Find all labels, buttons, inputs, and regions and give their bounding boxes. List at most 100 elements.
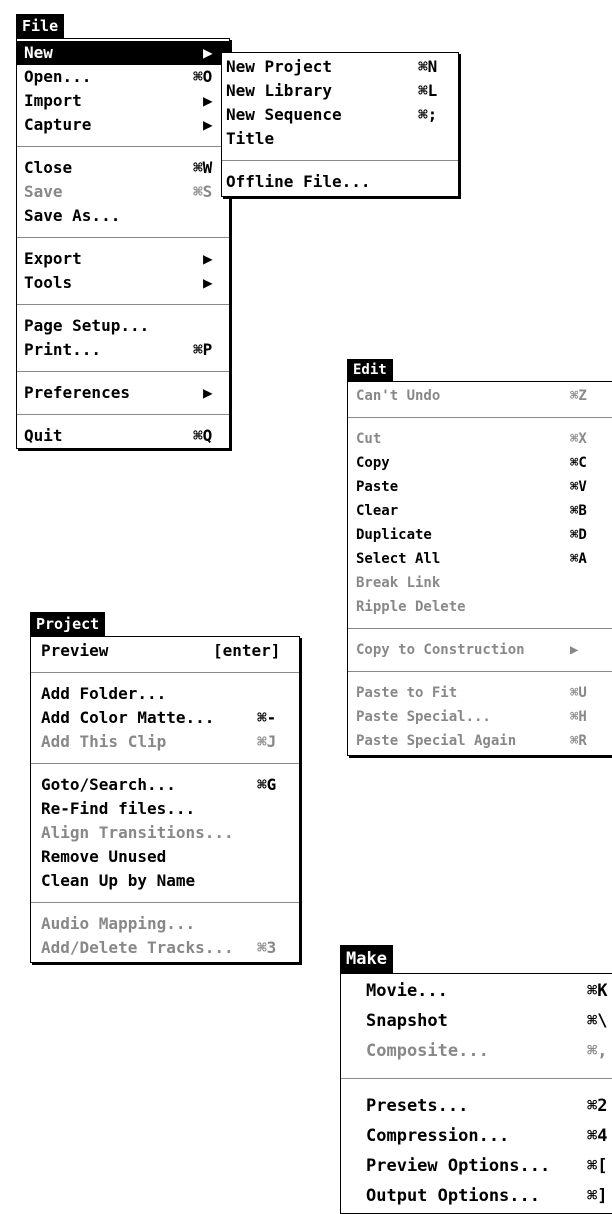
menu-item-select-all[interactable]: Select All ⌘A [348, 547, 612, 571]
menu-item-save[interactable]: Save ⌘S [17, 180, 229, 204]
edit-menu-title[interactable]: Edit [347, 359, 393, 381]
menu-item-preview-options[interactable]: Preview Options... ⌘[ [341, 1151, 612, 1181]
menu-item-shortcut: ⌘K [587, 981, 608, 1001]
menu-item-label: Movie... [366, 981, 448, 1001]
menu-item-new-library[interactable]: New Library ⌘L [222, 79, 458, 103]
menu-item-paste-special[interactable]: Paste Special... ⌘H [348, 705, 612, 729]
menu-item-label: Clean Up by Name [41, 871, 196, 890]
triangle-right-icon: ▶ [203, 115, 213, 134]
menu-item-open[interactable]: Open... ⌘O [17, 65, 229, 89]
menu-item-preferences[interactable]: Preferences ▶ [17, 381, 229, 405]
menu-item-shortcut: ⌘S [193, 182, 213, 201]
menu-item-clear[interactable]: Clear ⌘B [348, 499, 612, 523]
menu-item-label: Import [24, 91, 82, 110]
triangle-right-icon: ▶ [570, 642, 579, 658]
menu-item-shortcut: ⌘Z [570, 388, 587, 404]
menu-item-new-sequence[interactable]: New Sequence ⌘; [222, 103, 458, 127]
menu-item-close[interactable]: Close ⌘W [17, 156, 229, 180]
triangle-right-icon: ▶ [203, 273, 213, 292]
menu-item-label: Paste to Fit [356, 685, 458, 701]
make-menu-title[interactable]: Make [340, 945, 393, 973]
menu-item-snapshot[interactable]: Snapshot ⌘\ [341, 1006, 612, 1036]
menu-item-remove-unused[interactable]: Remove Unused [31, 845, 299, 869]
menu-item-label: Cut [356, 431, 382, 447]
menu-item-align-transitions[interactable]: Align Transitions... [31, 821, 299, 845]
menu-item-output-options[interactable]: Output Options... ⌘] [341, 1181, 612, 1211]
menu-item-copy-to-construction[interactable]: Copy to Construction ▶ [348, 638, 612, 662]
menu-item-copy[interactable]: Copy ⌘C [348, 451, 612, 475]
menu-item-clean-up-by-name[interactable]: Clean Up by Name [31, 869, 299, 893]
project-menu: Preview [enter] Add Folder... Add Color … [30, 636, 300, 963]
menu-item-add-color-matte[interactable]: Add Color Matte... ⌘- [31, 706, 299, 730]
menu-item-shortcut: ⌘U [570, 685, 587, 701]
menu-item-label: Output Options... [366, 1186, 540, 1206]
triangle-right-icon: ▶ [203, 43, 213, 62]
menu-item-page-setup[interactable]: Page Setup... [17, 314, 229, 338]
menu-item-label: Can't Undo [356, 388, 441, 404]
menu-item-label: Copy to Construction [356, 642, 525, 658]
menu-item-shortcut: ⌘O [193, 67, 213, 86]
menu-item-re-find-files[interactable]: Re-Find files... [31, 797, 299, 821]
menu-item-goto-search[interactable]: Goto/Search... ⌘G [31, 773, 299, 797]
menu-item-label: Copy [356, 455, 390, 471]
menu-item-label: New Project [226, 57, 332, 76]
file-menu-title[interactable]: File [16, 14, 65, 38]
menu-item-capture[interactable]: Capture ▶ [17, 113, 229, 137]
menu-item-label: Duplicate [356, 527, 432, 543]
menu-item-label: Export [24, 249, 82, 268]
menu-item-shortcut: ⌘H [570, 709, 587, 725]
menu-item-ripple-delete[interactable]: Ripple Delete [348, 595, 612, 619]
new-submenu: New Project ⌘N New Library ⌘L New Sequen… [221, 52, 459, 197]
menu-item-label: Paste [356, 479, 399, 495]
menu-item-label: Add Color Matte... [41, 708, 215, 727]
menu-item-label: Add This Clip [41, 732, 167, 751]
project-menu-title[interactable]: Project [30, 612, 106, 636]
menu-item-title[interactable]: Title [222, 127, 458, 151]
menu-item-new[interactable]: New ▶ [17, 41, 229, 65]
menu-item-preview[interactable]: Preview [enter] [31, 639, 299, 663]
menu-item-export[interactable]: Export ▶ [17, 247, 229, 271]
menu-item-label: Remove Unused [41, 847, 167, 866]
file-menu: New ▶ Open... ⌘O Import ▶ Capture ▶ Clos… [16, 38, 230, 449]
menu-item-quit[interactable]: Quit ⌘Q [17, 424, 229, 448]
menu-item-label: Align Transitions... [41, 823, 234, 842]
menu-item-label: Paste Special... [356, 709, 491, 725]
menu-item-label: New Library [226, 81, 332, 100]
menu-item-cant-undo[interactable]: Can't Undo ⌘Z [348, 384, 612, 408]
menu-item-add-folder[interactable]: Add Folder... [31, 682, 299, 706]
menu-item-compression[interactable]: Compression... ⌘4 [341, 1121, 612, 1151]
menu-item-label: Presets... [366, 1096, 469, 1116]
menu-item-label: Open... [24, 67, 92, 86]
menu-item-label: Re-Find files... [41, 799, 196, 818]
menu-item-shortcut: ⌘D [570, 527, 587, 543]
menu-item-paste-special-again[interactable]: Paste Special Again ⌘R [348, 729, 612, 753]
menu-item-audio-mapping[interactable]: Audio Mapping... [31, 912, 299, 936]
menu-item-new-project[interactable]: New Project ⌘N [222, 55, 458, 79]
menu-item-break-link[interactable]: Break Link [348, 571, 612, 595]
menu-item-paste[interactable]: Paste ⌘V [348, 475, 612, 499]
menu-item-add-delete-tracks[interactable]: Add/Delete Tracks... ⌘3 [31, 936, 299, 960]
menu-item-paste-to-fit[interactable]: Paste to Fit ⌘U [348, 681, 612, 705]
menu-item-movie[interactable]: Movie... ⌘K [341, 976, 612, 1006]
menu-item-import[interactable]: Import ▶ [17, 89, 229, 113]
menu-item-label: Title [226, 129, 275, 148]
menu-item-shortcut: ⌘\ [587, 1011, 608, 1031]
menu-item-save-as[interactable]: Save As... [17, 204, 229, 228]
menu-item-shortcut: ⌘N [418, 57, 438, 76]
menu-item-label: Composite... [366, 1041, 489, 1061]
menu-item-shortcut: ⌘P [193, 340, 213, 359]
menu-item-shortcut: ⌘3 [257, 938, 277, 957]
menu-item-label: Compression... [366, 1126, 510, 1146]
menu-item-duplicate[interactable]: Duplicate ⌘D [348, 523, 612, 547]
menu-item-composite[interactable]: Composite... ⌘, [341, 1036, 612, 1066]
menu-item-presets[interactable]: Presets... ⌘2 [341, 1091, 612, 1121]
menu-item-tools[interactable]: Tools ▶ [17, 271, 229, 295]
menu-item-cut[interactable]: Cut ⌘X [348, 427, 612, 451]
menu-item-label: New Sequence [226, 105, 342, 124]
menu-item-shortcut: ⌘4 [587, 1126, 608, 1146]
menu-item-add-this-clip[interactable]: Add This Clip ⌘J [31, 730, 299, 754]
menu-item-print[interactable]: Print... ⌘P [17, 338, 229, 362]
menu-separator [222, 160, 458, 161]
menu-separator [17, 304, 229, 305]
menu-item-offline-file[interactable]: Offline File... [222, 170, 458, 194]
